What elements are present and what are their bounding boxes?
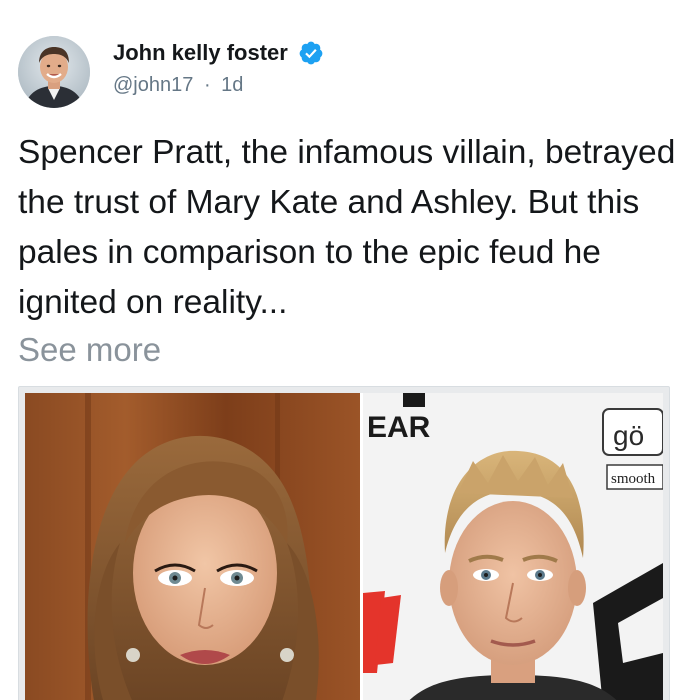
media-photo-left [25,393,360,700]
backdrop-text-go: gö [613,420,644,451]
author-name[interactable]: John kelly foster [113,40,324,66]
tweet-screen: John kelly foster @john17 · 1d Spencer P… [0,0,700,700]
tweet-text: Spencer Pratt, the infamous villain, bet… [18,134,676,321]
backdrop-text-ear: EAR [367,411,431,444]
author-handle[interactable]: @john17 [113,74,193,96]
verified-badge-icon [298,40,324,66]
author-name-text: John kelly foster [113,40,288,65]
media-photo-right: EAR gö smooth [363,393,663,700]
tweet-media-card[interactable]: EAR gö smooth [18,386,670,700]
author-avatar[interactable] [18,36,90,108]
author-meta: @john17 · 1d [113,72,243,98]
see-more-link[interactable]: See more [18,326,161,374]
tweet-timestamp[interactable]: 1d [221,74,243,96]
avatar-image [18,36,90,108]
backdrop-text-smooth: smooth [611,471,656,487]
meta-separator: · [203,74,211,96]
